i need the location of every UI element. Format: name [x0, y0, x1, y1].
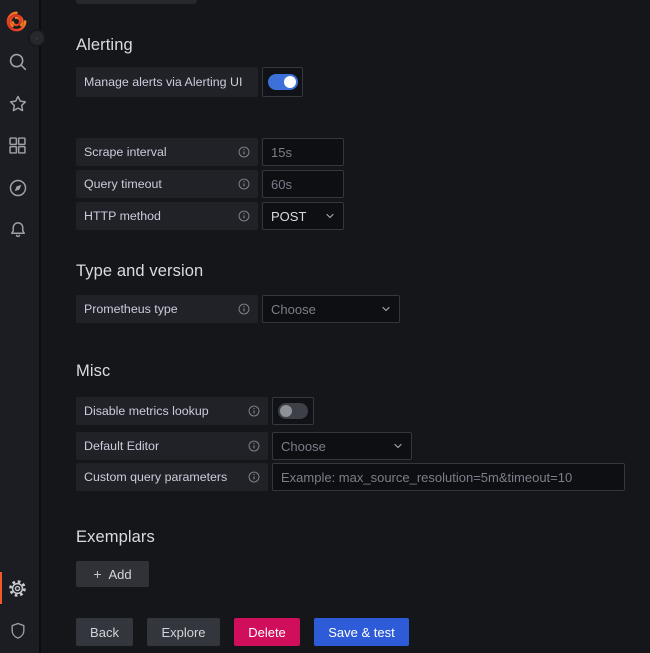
http-method-select[interactable]: POST [262, 202, 344, 230]
bell-icon[interactable] [4, 216, 31, 243]
disable-metrics-lookup-row: Disable metrics lookup [76, 397, 314, 425]
disable-metrics-lookup-toggle[interactable] [272, 397, 314, 425]
custom-query-parameters-label: Custom query parameters [84, 470, 227, 484]
grafana-logo-icon[interactable] [5, 10, 28, 33]
prometheus-type-row: Prometheus type Choose [76, 295, 400, 323]
section-title-type-version: Type and version [76, 262, 203, 281]
prometheus-type-label-box: Prometheus type [76, 295, 258, 323]
add-button-label: Add [109, 567, 132, 582]
query-timeout-row: Query timeout [76, 170, 344, 198]
scrape-interval-input[interactable] [262, 138, 344, 166]
info-icon[interactable] [237, 145, 251, 159]
plus-icon: + [93, 566, 101, 582]
active-nav-indicator [0, 572, 2, 604]
apps-grid-icon[interactable] [4, 132, 31, 159]
default-editor-value: Choose [281, 439, 326, 454]
info-icon[interactable] [247, 470, 261, 484]
gear-icon[interactable] [4, 575, 31, 602]
custom-query-parameters-input[interactable] [272, 463, 625, 491]
manage-alerts-label: Manage alerts via Alerting UI [84, 75, 242, 89]
query-timeout-label: Query timeout [84, 177, 162, 191]
scrape-interval-label: Scrape interval [84, 145, 167, 159]
compass-icon[interactable] [4, 174, 31, 201]
http-method-row: HTTP method POST [76, 202, 344, 230]
delete-button[interactable]: Delete [234, 618, 300, 646]
info-icon[interactable] [237, 177, 251, 191]
custom-query-parameters-row: Custom query parameters [76, 463, 625, 491]
shield-icon[interactable] [4, 617, 31, 644]
prometheus-type-select[interactable]: Choose [262, 295, 400, 323]
default-editor-select[interactable]: Choose [272, 432, 412, 460]
custom-query-parameters-label-box: Custom query parameters [76, 463, 268, 491]
expand-sidebar-button[interactable] [28, 29, 46, 47]
prometheus-type-value: Choose [271, 302, 316, 317]
section-title-exemplars: Exemplars [76, 528, 155, 547]
default-editor-label-box: Default Editor [76, 432, 268, 460]
section-title-alerting: Alerting [76, 36, 133, 55]
manage-alerts-row: Manage alerts via Alerting UI [76, 67, 303, 97]
sidebar [0, 0, 41, 653]
explore-button[interactable]: Explore [147, 618, 220, 646]
scrape-interval-label-box: Scrape interval [76, 138, 258, 166]
add-exemplar-button[interactable]: + Add [76, 561, 149, 587]
manage-alerts-label-box: Manage alerts via Alerting UI [76, 67, 258, 97]
chevron-down-icon [380, 303, 392, 315]
cropped-element-top [76, 0, 197, 4]
http-method-label-box: HTTP method [76, 202, 258, 230]
info-icon[interactable] [247, 404, 261, 418]
default-editor-label: Default Editor [84, 439, 159, 453]
query-timeout-label-box: Query timeout [76, 170, 258, 198]
section-title-misc: Misc [76, 362, 110, 381]
save-and-test-button[interactable]: Save & test [314, 618, 409, 646]
http-method-value: POST [271, 209, 306, 224]
query-timeout-input[interactable] [262, 170, 344, 198]
default-editor-row: Default Editor Choose [76, 432, 412, 460]
info-icon[interactable] [247, 439, 261, 453]
info-icon[interactable] [237, 302, 251, 316]
disable-metrics-lookup-label-box: Disable metrics lookup [76, 397, 268, 425]
chevron-down-icon [392, 440, 404, 452]
prometheus-type-label: Prometheus type [84, 302, 178, 316]
search-icon[interactable] [4, 48, 31, 75]
manage-alerts-toggle[interactable] [262, 67, 303, 97]
scrape-interval-row: Scrape interval [76, 138, 344, 166]
http-method-label: HTTP method [84, 209, 161, 223]
back-button[interactable]: Back [76, 618, 133, 646]
chevron-down-icon [324, 210, 336, 222]
star-icon[interactable] [4, 90, 31, 117]
disable-metrics-lookup-label: Disable metrics lookup [84, 404, 209, 418]
info-icon[interactable] [237, 209, 251, 223]
